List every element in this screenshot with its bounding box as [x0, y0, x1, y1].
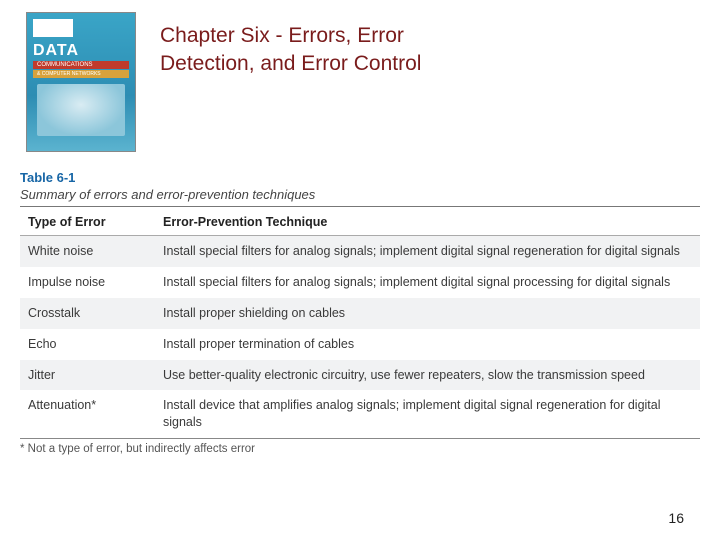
error-table: Type of Error Error-Prevention Technique… [20, 209, 700, 439]
table-container: Table 6-1 Summary of errors and error-pr… [20, 170, 700, 455]
table-top-rule [20, 206, 700, 207]
table-row: Attenuation* Install device that amplifi… [20, 390, 700, 438]
col-header-technique: Error-Prevention Technique [155, 209, 700, 236]
cell-type: Jitter [20, 360, 155, 391]
slide-header: DATA COMMUNICATIONS & COMPUTER NETWORKS … [0, 0, 720, 152]
page-number: 16 [668, 510, 684, 526]
table-row: Crosstalk Install proper shielding on ca… [20, 298, 700, 329]
table-header-row: Type of Error Error-Prevention Technique [20, 209, 700, 236]
cell-type: Crosstalk [20, 298, 155, 329]
cell-type: Impulse noise [20, 267, 155, 298]
cell-type: Echo [20, 329, 155, 360]
cell-tech: Install proper termination of cables [155, 329, 700, 360]
table-row: Impulse noise Install special filters fo… [20, 267, 700, 298]
book-cover-image: DATA COMMUNICATIONS & COMPUTER NETWORKS [26, 12, 136, 152]
cell-tech: Use better-quality electronic circuitry,… [155, 360, 700, 391]
cover-photo [37, 84, 125, 136]
chapter-title: Chapter Six - Errors, Error Detection, a… [136, 12, 516, 79]
cell-tech: Install device that amplifies analog sig… [155, 390, 700, 438]
cell-tech: Install proper shielding on cables [155, 298, 700, 329]
col-header-type: Type of Error [20, 209, 155, 236]
cover-main-title: DATA [27, 37, 135, 59]
table-footnote: * Not a type of error, but indirectly af… [20, 439, 700, 455]
table-row: Jitter Use better-quality electronic cir… [20, 360, 700, 391]
cover-sub1: COMMUNICATIONS [33, 61, 129, 69]
table-row: White noise Install special filters for … [20, 236, 700, 267]
cell-type: White noise [20, 236, 155, 267]
table-label: Table 6-1 [20, 170, 700, 185]
cell-tech: Install special filters for analog signa… [155, 267, 700, 298]
table-caption: Summary of errors and error-prevention t… [20, 187, 700, 202]
cell-tech: Install special filters for analog signa… [155, 236, 700, 267]
cover-topbar [33, 19, 73, 37]
table-row: Echo Install proper termination of cable… [20, 329, 700, 360]
cover-sub2: & COMPUTER NETWORKS [33, 70, 129, 78]
cell-type: Attenuation* [20, 390, 155, 438]
